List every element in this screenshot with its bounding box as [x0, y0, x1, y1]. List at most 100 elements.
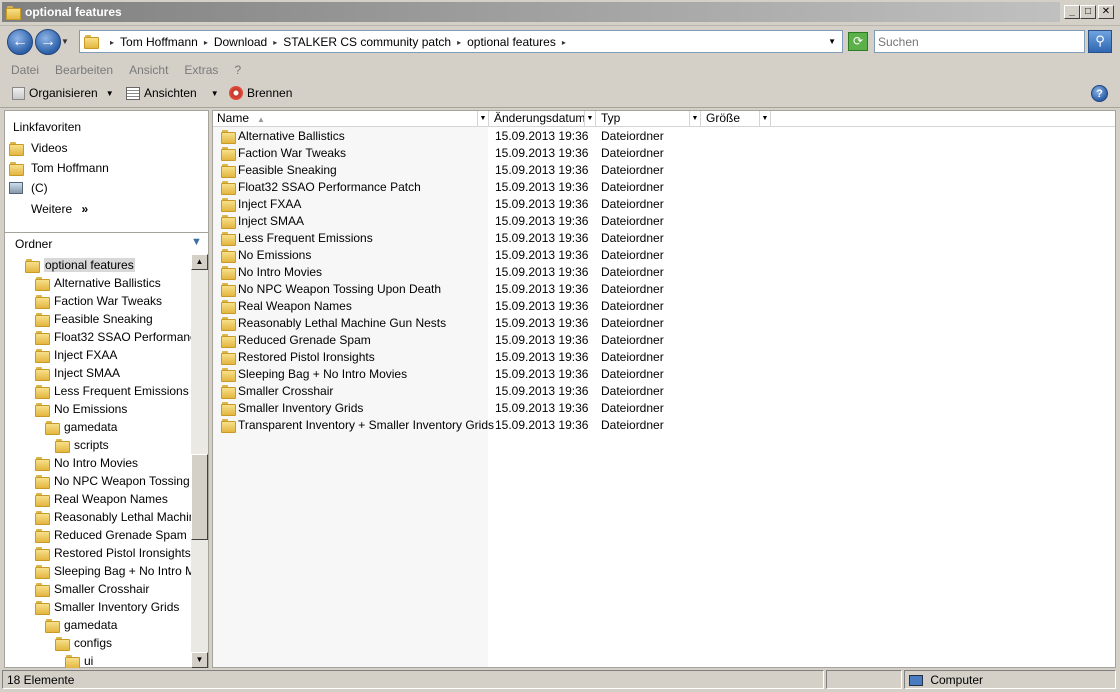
tree-item[interactable]: Real Weapon Names [35, 490, 168, 508]
search-icon[interactable]: ⚲ [1088, 30, 1112, 53]
file-row[interactable]: Reasonably Lethal Machine Gun Nests 15.09… [213, 314, 1115, 331]
views-button[interactable]: Ansichten ▼ [126, 86, 219, 100]
favorites-more-button[interactable]: Weitere » [31, 202, 88, 216]
chevron-right-icon[interactable]: ▸ [562, 38, 566, 49]
file-row[interactable]: Inject FXAA 15.09.2013 19:36 Dateiordner [213, 195, 1115, 212]
breadcrumb-item[interactable]: STALKER CS community patch [283, 35, 451, 49]
menu-file[interactable]: Datei [11, 63, 39, 80]
tree-item[interactable]: gamedata [45, 616, 117, 634]
tree-item[interactable]: Faction War Tweaks [35, 292, 162, 310]
back-arrow-icon[interactable]: ← [7, 29, 33, 55]
tree-item[interactable]: Reduced Grenade Spam [35, 526, 187, 544]
close-button[interactable]: ✕ [1098, 5, 1114, 19]
file-type: Dateiordner [601, 265, 664, 279]
file-row[interactable]: Reduced Grenade Spam 15.09.2013 19:36 Date… [213, 331, 1115, 348]
folder-icon [45, 618, 60, 633]
column-header-type[interactable]: Typ ▼ [597, 111, 701, 127]
file-date: 15.09.2013 19:36 [495, 146, 589, 160]
column-header-size[interactable]: Größe ▼ [702, 111, 771, 127]
tree-item[interactable]: Smaller Inventory Grids [35, 598, 179, 616]
chevron-right-icon[interactable]: ▸ [110, 38, 114, 49]
tree-item[interactable]: ui [65, 652, 93, 668]
menu-view[interactable]: Ansicht [129, 63, 168, 80]
tree-item-label: Reduced Grenade Spam [54, 528, 187, 542]
file-row[interactable]: No NPC Weapon Tossing Upon Death 15.09.20… [213, 280, 1115, 297]
file-row[interactable]: Less Frequent Emissions 15.09.2013 19:36 D… [213, 229, 1115, 246]
burn-button[interactable]: Brennen [229, 86, 292, 100]
column-header-date[interactable]: Änderungsdatum ▼ [490, 111, 596, 127]
scrollbar-thumb[interactable] [191, 454, 208, 540]
maximize-button[interactable]: □ [1080, 5, 1096, 19]
address-bar[interactable]: ▸ Tom Hoffmann ▸ Download ▸ STALKER CS c… [79, 30, 843, 53]
file-row[interactable]: Feasible Sneaking 15.09.2013 19:36 Dateior… [213, 161, 1115, 178]
address-dropdown-icon[interactable]: ▼ [828, 37, 836, 46]
column-dropdown-icon[interactable]: ▼ [477, 111, 488, 126]
file-date: 15.09.2013 19:36 [495, 333, 589, 347]
file-name: Less Frequent Emissions [238, 231, 373, 245]
forward-arrow-icon[interactable]: → [35, 29, 61, 55]
file-row[interactable]: Smaller Crosshair 15.09.2013 19:36 Dateior… [213, 382, 1115, 399]
column-dropdown-icon[interactable]: ▼ [759, 111, 770, 126]
tree-item[interactable]: No Emissions [35, 400, 127, 418]
burn-disc-icon [229, 86, 243, 100]
tree-item[interactable]: scripts [55, 436, 109, 454]
file-row[interactable]: No Intro Movies 15.09.2013 19:36 Dateiordn… [213, 263, 1115, 280]
file-row[interactable]: Alternative Ballistics 15.09.2013 19:36 Da… [213, 127, 1115, 144]
folder-icon [221, 401, 236, 416]
file-row[interactable]: Float32 SSAO Performance Patch 15.09.2013… [213, 178, 1115, 195]
tree-item[interactable]: No Intro Movies [35, 454, 138, 472]
file-row[interactable]: No Emissions 15.09.2013 19:36 Dateiordner [213, 246, 1115, 263]
breadcrumb-item[interactable]: optional features [467, 35, 556, 49]
organize-button[interactable]: Organisieren ▼ [12, 86, 114, 100]
tree-item[interactable]: Float32 SSAO Performance Patch [35, 328, 191, 346]
folder-icon [221, 265, 236, 280]
favorite-drive-c[interactable]: (C) [9, 179, 48, 197]
breadcrumb-item[interactable]: Download [214, 35, 267, 49]
file-row[interactable]: Smaller Inventory Grids 15.09.2013 19:36 D… [213, 399, 1115, 416]
menu-help[interactable]: ? [234, 63, 241, 80]
tree-item[interactable]: No NPC Weapon Tossing Upon Death [35, 472, 191, 490]
file-row[interactable]: Inject SMAA 15.09.2013 19:36 Dateiordner [213, 212, 1115, 229]
folder-tree-scrollbar[interactable]: ▲ ▼ [191, 254, 208, 668]
tree-item[interactable]: Feasible Sneaking [35, 310, 153, 328]
history-dropdown-icon[interactable]: ▼ [61, 37, 69, 46]
file-name: Reasonably Lethal Machine Gun Nests [238, 316, 447, 330]
tree-item[interactable]: Less Frequent Emissions [35, 382, 189, 400]
minimize-button[interactable]: _ [1064, 5, 1080, 19]
tree-item[interactable]: Sleeping Bag + No Intro Movies [35, 562, 191, 580]
file-row[interactable]: Real Weapon Names 15.09.2013 19:36 Dateior… [213, 297, 1115, 314]
help-icon[interactable]: ? [1091, 85, 1108, 102]
tree-item[interactable]: Smaller Crosshair [35, 580, 149, 598]
file-date: 15.09.2013 19:36 [495, 248, 589, 262]
folders-header[interactable]: Ordner ▼ [5, 232, 208, 254]
file-row[interactable]: Faction War Tweaks 15.09.2013 19:36 Dateio… [213, 144, 1115, 161]
file-row[interactable]: Restored Pistol Ironsights 15.09.2013 19:… [213, 348, 1115, 365]
chevron-right-icon[interactable]: ▸ [204, 38, 208, 49]
menu-tools[interactable]: Extras [184, 63, 218, 80]
scroll-down-icon[interactable]: ▼ [191, 652, 208, 668]
app-folder-icon [6, 5, 22, 21]
tree-item[interactable]: gamedata [45, 418, 117, 436]
tree-item[interactable]: Alternative Ballistics [35, 274, 161, 292]
favorite-videos[interactable]: Videos [9, 139, 67, 157]
breadcrumb-item[interactable]: Tom Hoffmann [120, 35, 198, 49]
favorite-user[interactable]: Tom Hoffmann [9, 159, 109, 177]
search-input[interactable] [874, 30, 1085, 53]
tree-item[interactable]: configs [55, 634, 112, 652]
menu-edit[interactable]: Bearbeiten [55, 63, 113, 80]
favorite-label: (C) [31, 181, 48, 195]
tree-item[interactable]: Reasonably Lethal Machine Gun Nests [35, 508, 191, 526]
scroll-up-icon[interactable]: ▲ [191, 254, 208, 270]
column-dropdown-icon[interactable]: ▼ [584, 111, 595, 126]
file-row[interactable]: Sleeping Bag + No Intro Movies 15.09.2013… [213, 365, 1115, 382]
column-dropdown-icon[interactable]: ▼ [689, 111, 700, 126]
tree-item[interactable]: Inject SMAA [35, 364, 120, 382]
tree-item[interactable]: Inject FXAA [35, 346, 117, 364]
chevron-right-icon[interactable]: ▸ [457, 38, 461, 49]
tree-item[interactable]: Restored Pistol Ironsights [35, 544, 191, 562]
column-header-name[interactable]: Name ▲ ▼ [213, 111, 489, 127]
tree-item[interactable]: optional features [25, 256, 135, 274]
chevron-right-icon[interactable]: ▸ [273, 38, 277, 49]
file-row[interactable]: Transparent Inventory + Smaller Inventor… [213, 416, 1115, 433]
refresh-icon[interactable]: ⟳ [848, 32, 868, 51]
